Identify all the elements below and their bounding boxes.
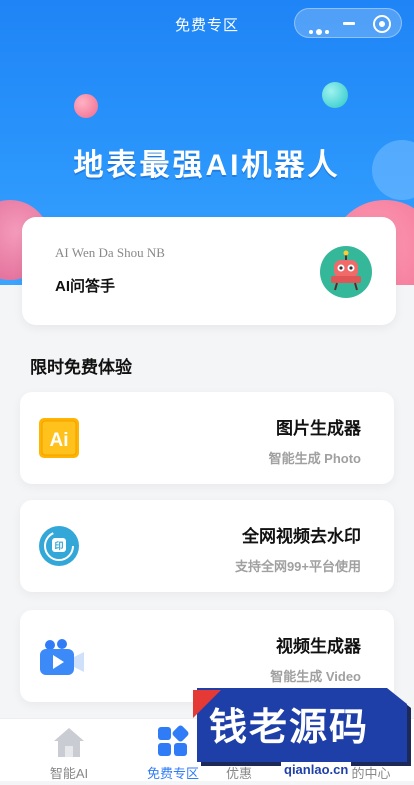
tool-desc: 支持全网99+平台使用 xyxy=(234,559,361,574)
grid-icon xyxy=(155,725,191,759)
tool-desc: 智能生成 Photo xyxy=(268,451,361,466)
tool-name: 视频生成器 xyxy=(276,637,361,656)
ai-card-subtitle: AI Wen Da Shou NB xyxy=(55,245,165,260)
mini-program-capsule[interactable] xyxy=(294,8,402,38)
decor-ball xyxy=(322,82,348,108)
home-icon xyxy=(51,725,87,759)
svg-text:Ai: Ai xyxy=(50,430,69,451)
watermark-text: 钱老源码 xyxy=(209,705,370,749)
tool-desc: 智能生成 Video xyxy=(270,669,361,684)
robot-avatar-icon xyxy=(320,246,372,298)
close-target-icon[interactable] xyxy=(373,15,391,33)
tool-card-image-generator[interactable]: Ai 图片生成器 智能生成 Photo xyxy=(20,392,394,484)
decor-ball xyxy=(74,94,98,118)
watermark-url: qianlao.cn xyxy=(281,762,352,777)
video-watermark-icon: 印 xyxy=(38,525,80,567)
tool-card-watermark-remover[interactable]: 印 全网视频去水印 支持全网99+平台使用 xyxy=(20,500,394,592)
ai-assistant-card[interactable]: AI Wen Da Shou NB AI问答手 xyxy=(22,217,396,325)
ai-card-title: AI问答手 xyxy=(55,278,116,295)
tool-name: 全网视频去水印 xyxy=(242,527,361,546)
banner-headline: 地表最强AI机器人 xyxy=(73,149,341,182)
ai-icon: Ai xyxy=(38,417,80,459)
tool-name: 图片生成器 xyxy=(276,419,361,438)
minimize-icon[interactable] xyxy=(343,22,355,25)
more-icon[interactable] xyxy=(309,21,332,39)
svg-text:印: 印 xyxy=(54,540,63,551)
section-title: 限时免费体验 xyxy=(30,358,132,377)
watermark-logo: 钱老源码 qianlao.cn xyxy=(191,688,414,780)
video-camera-icon xyxy=(38,635,84,677)
